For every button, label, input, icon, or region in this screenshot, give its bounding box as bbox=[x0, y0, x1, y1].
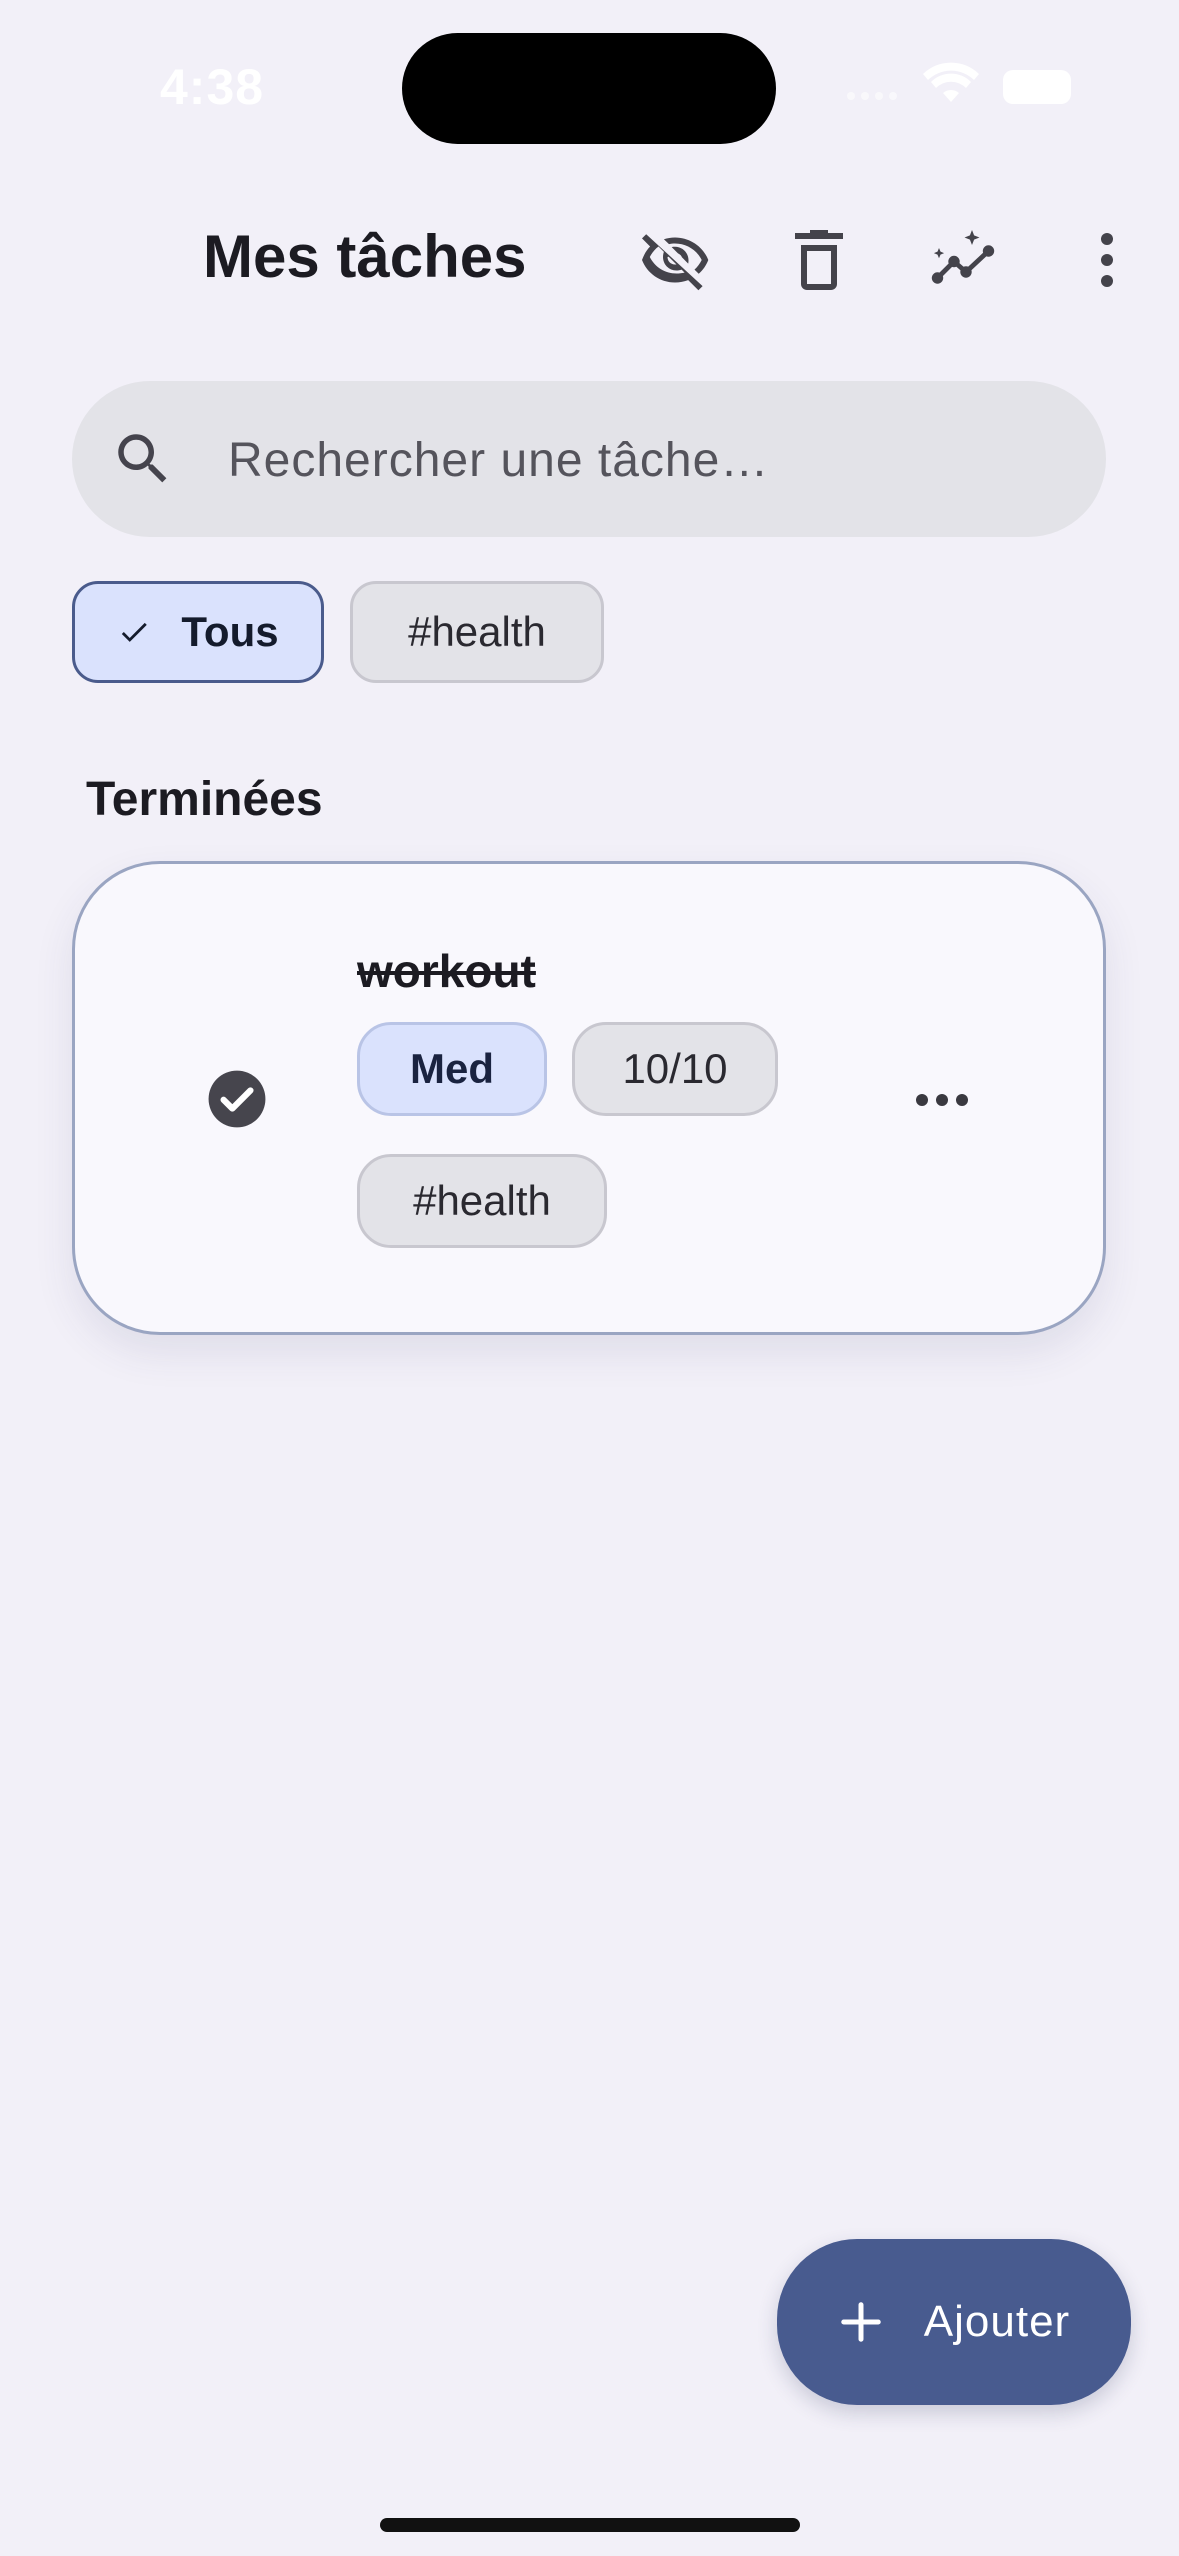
priority-chip: Med bbox=[357, 1022, 547, 1116]
delete-button[interactable] bbox=[771, 212, 867, 308]
status-icons bbox=[845, 62, 1080, 112]
insights-icon bbox=[931, 230, 995, 284]
check-icon bbox=[122, 622, 148, 642]
dynamic-island bbox=[402, 33, 776, 144]
home-indicator[interactable] bbox=[380, 2518, 800, 2532]
score-chip: 10/10 bbox=[572, 1022, 778, 1116]
overflow-menu-button[interactable] bbox=[1059, 212, 1155, 308]
status-indicators-icon bbox=[847, 62, 1071, 104]
trash-icon bbox=[795, 230, 843, 290]
plus-icon bbox=[841, 2302, 881, 2342]
eye-off-icon bbox=[642, 234, 709, 291]
insights-button[interactable] bbox=[915, 212, 1011, 308]
check-circle-icon bbox=[208, 1070, 266, 1128]
hide-completed-button[interactable] bbox=[627, 212, 723, 308]
fab-label: Ajouter bbox=[923, 2297, 1071, 2346]
filter-chip-label: #health bbox=[408, 608, 546, 655]
filter-chip-label: Tous bbox=[181, 608, 279, 655]
page-title: Mes tâches bbox=[203, 223, 527, 290]
add-task-fab[interactable]: Ajouter bbox=[777, 2239, 1131, 2405]
tag-chip: #health bbox=[357, 1154, 607, 1248]
section-title-completed: Terminées bbox=[86, 773, 323, 826]
task-more-button[interactable] bbox=[900, 1058, 984, 1142]
task-title: workout bbox=[357, 945, 536, 997]
task-complete-checkbox[interactable] bbox=[206, 1068, 268, 1130]
filter-chip-health[interactable]: #health bbox=[350, 581, 604, 683]
more-vert-icon bbox=[1101, 233, 1113, 287]
search-icon bbox=[110, 426, 176, 492]
search-input[interactable] bbox=[228, 430, 1048, 490]
filter-chip-all[interactable]: Tous bbox=[72, 581, 324, 683]
more-horiz-icon bbox=[916, 1094, 968, 1106]
status-time: 4:38 bbox=[160, 59, 265, 115]
